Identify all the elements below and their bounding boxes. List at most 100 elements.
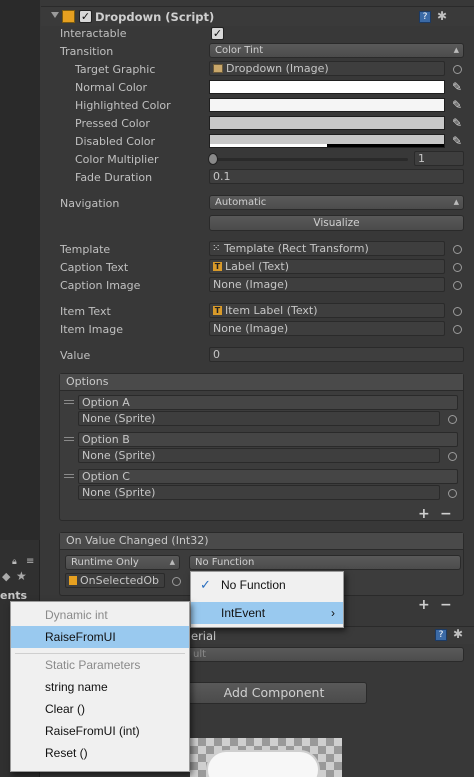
highlighted-color-label: Highlighted Color: [75, 99, 171, 112]
option-text-field[interactable]: Option B: [78, 432, 458, 447]
rect-transform-icon: ⁙: [212, 243, 221, 254]
disabled-color-swatch[interactable]: [209, 134, 445, 148]
drag-handle-icon[interactable]: [64, 400, 74, 404]
navigation-dropdown[interactable]: Automatic ▲▼: [209, 195, 464, 210]
preview-sprite: [206, 750, 320, 777]
help-icon[interactable]: ?: [435, 629, 447, 641]
option-sprite-field[interactable]: None (Sprite): [78, 485, 440, 500]
submenu-item-raisefromui[interactable]: RaiseFromUI: [11, 626, 189, 648]
target-graphic-field[interactable]: Dropdown (Image): [209, 61, 445, 76]
object-picker-icon[interactable]: [172, 577, 181, 586]
interactable-checkbox[interactable]: ✓: [211, 27, 224, 40]
checkmark-icon: ✓: [200, 577, 211, 592]
transition-dropdown[interactable]: Color Tint ▲▼: [209, 43, 464, 58]
add-option-button[interactable]: +: [418, 506, 430, 522]
caption-text-field[interactable]: T Label (Text): [209, 259, 445, 274]
remove-option-button[interactable]: −: [440, 506, 452, 522]
submenu-item-raisefromui-int[interactable]: RaiseFromUI (int): [11, 720, 189, 742]
options-header: Options: [60, 374, 463, 391]
eyedropper-icon[interactable]: ✎: [450, 80, 464, 94]
fade-duration-field[interactable]: 0.1: [209, 169, 464, 184]
option-sprite-field[interactable]: None (Sprite): [78, 448, 440, 463]
dropdown-arrow-icon: ▲▼: [169, 558, 175, 566]
object-picker-icon[interactable]: [448, 452, 457, 461]
help-icon[interactable]: ?: [419, 11, 431, 23]
script-icon: [69, 576, 77, 585]
highlighted-color-swatch[interactable]: [209, 98, 445, 112]
value-label: Value: [60, 349, 91, 362]
script-icon: [62, 10, 75, 23]
submenu-item-clear[interactable]: Clear (): [11, 698, 189, 720]
component-enabled-checkbox[interactable]: ✓: [79, 10, 92, 23]
on-value-changed-header: On Value Changed (Int32): [60, 533, 463, 550]
object-picker-icon[interactable]: [453, 281, 462, 290]
eyedropper-icon[interactable]: ✎: [450, 98, 464, 112]
normal-color-label: Normal Color: [75, 81, 148, 94]
target-graphic-label: Target Graphic: [75, 63, 156, 76]
foldout-arrow-icon[interactable]: [51, 12, 59, 18]
function-menu: ✓ No Function IntEvent ›: [190, 571, 344, 628]
object-picker-icon[interactable]: [453, 245, 462, 254]
color-multiplier-field[interactable]: 1: [414, 151, 464, 166]
event-object-field[interactable]: OnSelectedOb: [65, 573, 165, 588]
normal-color-swatch[interactable]: [209, 80, 445, 94]
remove-listener-button[interactable]: −: [440, 597, 452, 613]
caption-text-label: Caption Text: [60, 261, 129, 274]
lock-icon[interactable]: 🔒︎: [12, 557, 17, 567]
template-label: Template: [60, 243, 111, 256]
color-multiplier-label: Color Multiplier: [75, 153, 159, 166]
submenu-item-reset[interactable]: Reset (): [11, 742, 189, 764]
add-component-button[interactable]: Add Component: [181, 682, 367, 704]
navigation-label: Navigation: [60, 197, 120, 210]
next-component-shader-dropdown[interactable]: ult: [187, 647, 464, 662]
object-picker-icon[interactable]: [448, 489, 457, 498]
submenu-item-string-name[interactable]: string name: [11, 676, 189, 698]
object-picker-icon[interactable]: [448, 415, 457, 424]
option-sprite-field[interactable]: None (Sprite): [78, 411, 440, 426]
item-text-label: Item Text: [60, 305, 111, 318]
menu-item-intevent[interactable]: IntEvent ›: [191, 602, 343, 624]
object-picker-icon[interactable]: [453, 263, 462, 272]
transition-label: Transition: [60, 45, 114, 58]
function-dropdown[interactable]: No Function: [189, 555, 461, 570]
interactable-label: Interactable: [60, 27, 127, 40]
option-text-field[interactable]: Option A: [78, 395, 458, 410]
star-icon[interactable]: ★: [16, 569, 27, 583]
alpha-bar: [327, 144, 444, 147]
template-field[interactable]: ⁙ Template (Rect Transform): [209, 241, 445, 256]
next-component-title: erial: [191, 629, 217, 643]
option-text-field[interactable]: Option C: [78, 469, 458, 484]
gear-icon[interactable]: ✱: [437, 9, 447, 23]
pressed-color-swatch[interactable]: [209, 116, 445, 130]
submenu-static-header: Static Parameters: [45, 658, 141, 672]
component-header[interactable]: ✓ Dropdown (Script) ? ✱: [41, 6, 474, 26]
runtime-dropdown[interactable]: Runtime Only ▲▼: [65, 555, 180, 570]
eyedropper-icon[interactable]: ✎: [450, 134, 464, 148]
menu-icon[interactable]: ≡: [26, 556, 34, 567]
option-item[interactable]: Option A None (Sprite): [62, 394, 461, 428]
fade-duration-label: Fade Duration: [75, 171, 153, 184]
options-list: Options Option A None (Sprite) Option B …: [59, 373, 464, 521]
tool-icon[interactable]: ◆: [2, 570, 10, 583]
object-picker-icon[interactable]: [453, 325, 462, 334]
menu-item-no-function[interactable]: ✓ No Function: [191, 574, 343, 596]
item-image-label: Item Image: [60, 323, 123, 336]
disabled-color-label: Disabled Color: [75, 135, 156, 148]
eyedropper-icon[interactable]: ✎: [450, 116, 464, 130]
gear-icon[interactable]: ✱: [453, 627, 463, 641]
option-item[interactable]: Option C None (Sprite): [62, 468, 461, 502]
item-text-field[interactable]: T Item Label (Text): [209, 303, 445, 318]
drag-handle-icon[interactable]: [64, 474, 74, 478]
intevent-submenu: Dynamic int RaiseFromUI Static Parameter…: [10, 601, 190, 772]
value-field[interactable]: 0: [209, 347, 464, 362]
object-picker-icon[interactable]: [453, 65, 462, 74]
color-multiplier-slider-thumb[interactable]: [208, 153, 218, 165]
visualize-button[interactable]: Visualize: [209, 215, 464, 231]
color-multiplier-slider-track[interactable]: [212, 158, 408, 161]
object-picker-icon[interactable]: [453, 307, 462, 316]
item-image-field[interactable]: None (Image): [209, 321, 445, 336]
option-item[interactable]: Option B None (Sprite): [62, 431, 461, 465]
caption-image-field[interactable]: None (Image): [209, 277, 445, 292]
add-listener-button[interactable]: +: [418, 597, 430, 613]
drag-handle-icon[interactable]: [64, 437, 74, 441]
